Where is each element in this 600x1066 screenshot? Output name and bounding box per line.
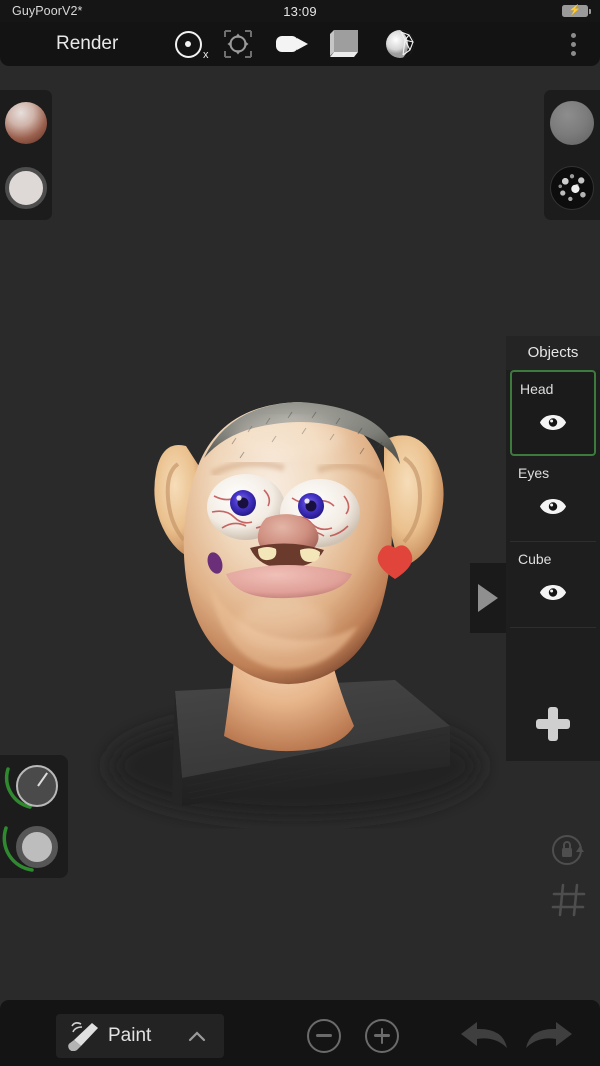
paintbrush-icon <box>68 1022 98 1051</box>
render-mode-label[interactable]: Render <box>56 33 118 55</box>
chevron-right-icon <box>478 584 498 612</box>
lock-rotation-icon[interactable] <box>550 831 588 869</box>
brush-size-knob[interactable] <box>16 765 58 807</box>
viewport-3d[interactable]: Objects Head Eyes Cube <box>0 66 600 1000</box>
topology-sphere-icon[interactable] <box>374 22 426 66</box>
object-label: Cube <box>518 551 552 567</box>
active-tool-button[interactable]: Paint <box>56 1014 224 1058</box>
objects-panel: Objects Head Eyes Cube <box>506 336 600 761</box>
minus-circle-icon[interactable] <box>307 1019 341 1053</box>
brush-dial-panel <box>0 755 68 878</box>
hdri-environment-sphere[interactable] <box>550 165 594 210</box>
camera-shape <box>276 36 308 52</box>
object-label: Eyes <box>518 465 550 481</box>
plus-icon <box>536 707 570 741</box>
menu-dot <box>570 41 576 47</box>
camera-body <box>276 36 298 52</box>
box-environment-svg <box>330 30 358 57</box>
redo-arrow-icon[interactable] <box>520 1014 578 1054</box>
symmetry-ring: x <box>174 30 209 61</box>
color-swatch[interactable] <box>5 166 47 209</box>
object-list-item-eyes[interactable]: Eyes <box>510 456 596 542</box>
undo-arrow-icon[interactable] <box>455 1014 513 1054</box>
visibility-eye-icon[interactable] <box>539 584 567 601</box>
symmetry-axis-label: x <box>203 48 209 61</box>
brush-intensity-knob[interactable] <box>16 826 58 868</box>
visibility-eye-icon[interactable] <box>539 414 567 431</box>
chevron-up-icon[interactable] <box>188 1028 206 1046</box>
overflow-menu-button[interactable] <box>560 22 586 66</box>
objects-panel-title: Objects <box>506 336 600 370</box>
grid-icon[interactable] <box>550 881 588 919</box>
active-tool-label: Paint <box>108 1025 152 1046</box>
plus-bar-v <box>380 1027 383 1044</box>
battery-bolt-glyph: ⚡ <box>568 5 582 16</box>
object-list-item-cube[interactable]: Cube <box>510 542 596 628</box>
gizmo-move-svg <box>224 30 252 58</box>
brush-size-dial[interactable] <box>0 755 68 817</box>
symmetry-center-dot <box>185 41 191 47</box>
menu-dot <box>570 50 576 56</box>
object-list-item-head[interactable]: Head <box>510 370 596 456</box>
material-panel <box>0 90 52 220</box>
minus-bar <box>316 1034 332 1037</box>
gizmo-move-icon[interactable] <box>212 22 264 66</box>
status-clock: 13:09 <box>283 3 317 19</box>
top-toolbar: Render x <box>0 22 600 66</box>
objects-panel-collapse-toggle[interactable] <box>470 563 506 633</box>
plus-circle-icon[interactable] <box>365 1019 399 1053</box>
brush-intensity-dial[interactable] <box>0 816 68 878</box>
topology-sphere-svg <box>386 30 415 58</box>
camera-icon[interactable] <box>266 22 318 66</box>
battery-charging-icon: ⚡ <box>562 5 591 17</box>
environment-panel <box>544 90 600 220</box>
bottom-toolbar: Paint <box>0 1000 600 1066</box>
matcap-preview-sphere[interactable] <box>550 100 594 145</box>
status-bar: GuyPoorV2* 13:09 ⚡ <box>0 0 600 22</box>
object-label: Head <box>520 381 554 397</box>
visibility-eye-icon[interactable] <box>539 498 567 515</box>
menu-dot <box>570 32 576 38</box>
box-environment-icon[interactable] <box>320 22 372 66</box>
camera-lens <box>297 38 308 50</box>
material-preview-sphere[interactable] <box>5 101 47 144</box>
symmetry-icon[interactable]: x <box>162 22 214 66</box>
dial-needle <box>37 772 48 787</box>
add-object-button[interactable] <box>506 695 600 753</box>
